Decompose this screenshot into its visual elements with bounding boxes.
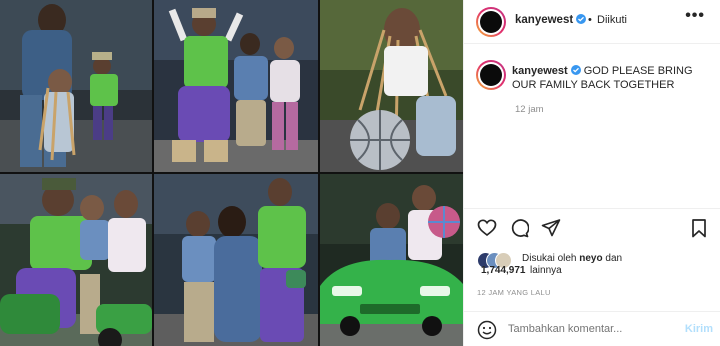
verified-badge-icon <box>570 65 581 75</box>
post-side-panel: kanyewest • Diikuti ••• kanyewest GOD PL… <box>463 0 720 346</box>
username-link[interactable]: kanyewest <box>515 14 587 26</box>
more-options-icon[interactable]: ••• <box>685 8 705 24</box>
photo-children-posing <box>154 0 318 172</box>
bookmark-icon[interactable] <box>689 218 709 238</box>
divider <box>464 208 720 209</box>
liked-by-user[interactable]: neyo <box>579 253 602 264</box>
follow-status-button[interactable]: Diikuti <box>597 14 627 26</box>
comment-bar: Kirim <box>464 311 720 346</box>
post-timestamp: 12 JAM YANG LALU <box>477 288 551 297</box>
emoji-icon[interactable] <box>477 320 497 340</box>
liked-by-line: Disukai oleh neyo dan <box>522 252 622 265</box>
caption-username[interactable]: kanyewest <box>512 65 568 77</box>
header-separator: • <box>588 14 592 26</box>
photo-kids-green-car <box>320 174 463 346</box>
photo-girl-basketball <box>320 0 463 172</box>
send-icon[interactable] <box>541 218 561 238</box>
post-actions <box>477 218 712 240</box>
photo-mother-children-1 <box>0 0 152 172</box>
liked-by-and: dan <box>605 253 623 264</box>
comment-icon[interactable] <box>509 218 530 238</box>
photo-kids-atv <box>0 174 152 346</box>
username-text[interactable]: kanyewest <box>515 14 573 26</box>
likes-suffix[interactable]: lainnya <box>530 265 562 276</box>
comment-input[interactable] <box>508 323 668 335</box>
liked-by-prefix: Disukai oleh <box>522 253 577 264</box>
caption: kanyewest GOD PLEASE BRING OUR FAMILY BA… <box>512 64 712 92</box>
post-image-collage[interactable] <box>0 0 463 346</box>
avatar[interactable] <box>476 7 506 37</box>
heart-icon[interactable] <box>477 218 497 238</box>
caption-time: 12 jam <box>515 104 544 115</box>
photo-mother-kiss <box>154 174 318 346</box>
likes-count[interactable]: 1,744,971 <box>481 265 526 276</box>
caption-avatar[interactable] <box>476 60 506 90</box>
post-header: kanyewest • Diikuti ••• <box>464 0 720 44</box>
post-comment-button[interactable]: Kirim <box>685 323 713 335</box>
verified-badge-icon <box>576 14 587 24</box>
